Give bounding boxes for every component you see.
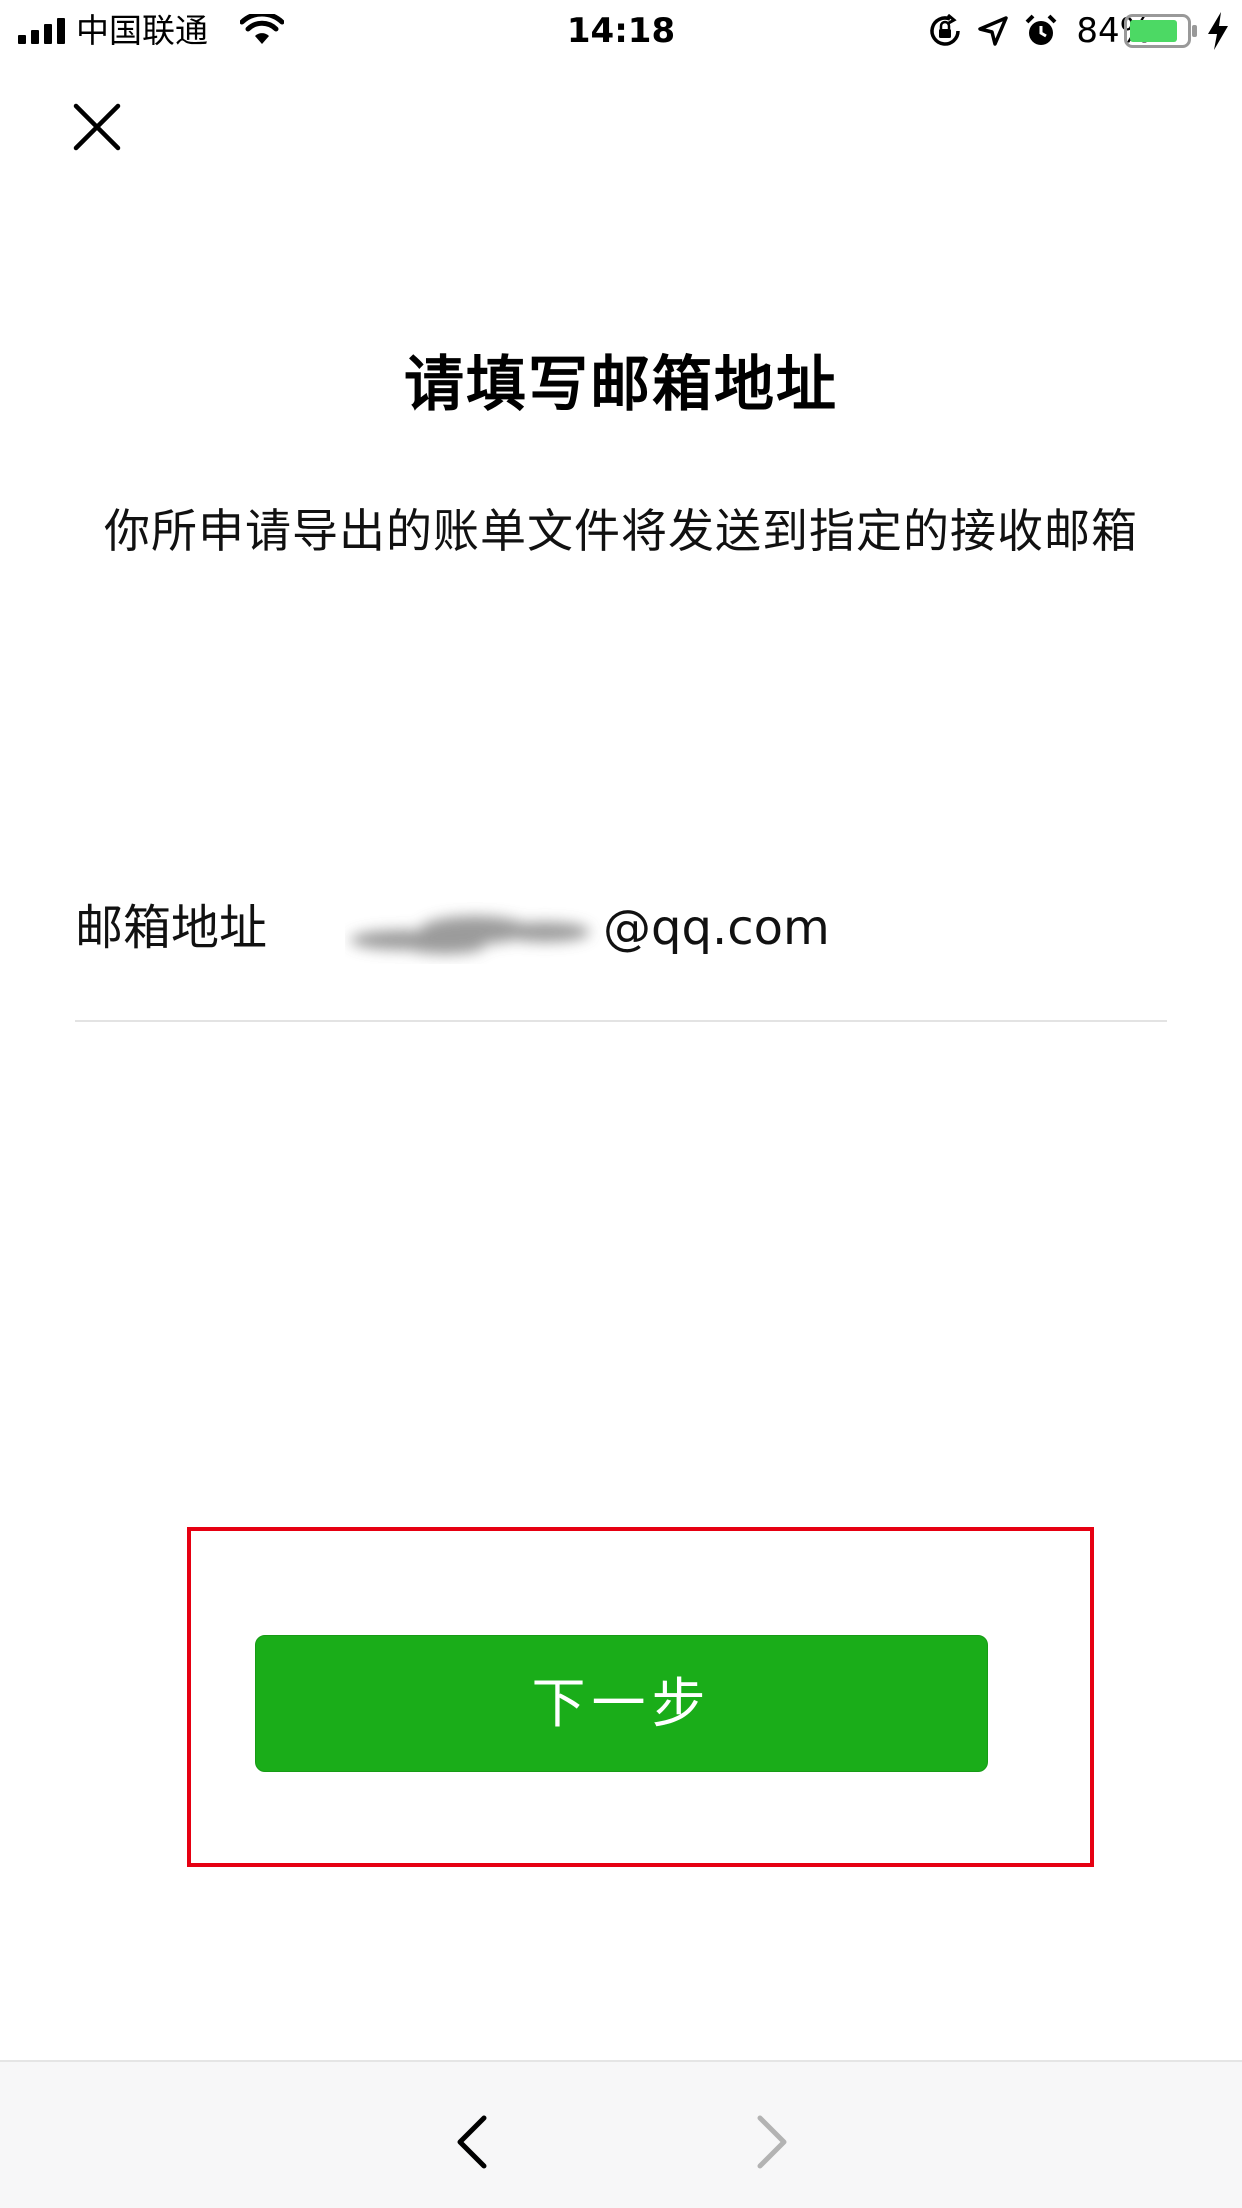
- email-divider: [75, 1020, 1167, 1022]
- close-icon: [73, 103, 121, 151]
- bottom-toolbar: [0, 2060, 1242, 2208]
- location-icon: [978, 16, 1009, 46]
- page-title: 请填写邮箱地址: [404, 350, 838, 420]
- alarm-icon: [1026, 14, 1057, 45]
- page-description: 你所申请导出的账单文件将发送到指定的接收邮箱: [104, 504, 1138, 558]
- back-button[interactable]: [452, 2112, 492, 2172]
- email-label: 邮箱地址: [75, 900, 268, 956]
- chevron-right-icon: [757, 2115, 787, 2169]
- rotation-lock-icon: [930, 14, 961, 46]
- email-value: @qq.com: [603, 900, 830, 956]
- status-icons: 84%: [912, 11, 1152, 51]
- battery-icon: [1124, 14, 1197, 48]
- forward-button[interactable]: [752, 2112, 792, 2172]
- next-step-button[interactable]: 下一步: [255, 1635, 988, 1772]
- status-bar: 中国联通 14:18 84%: [0, 0, 1242, 62]
- email-field[interactable]: @qq.com: [345, 880, 1165, 976]
- close-button[interactable]: [70, 100, 124, 154]
- charging-icon: [1208, 12, 1228, 50]
- chevron-left-icon: [457, 2115, 487, 2169]
- redacted-email-blur: [350, 916, 590, 954]
